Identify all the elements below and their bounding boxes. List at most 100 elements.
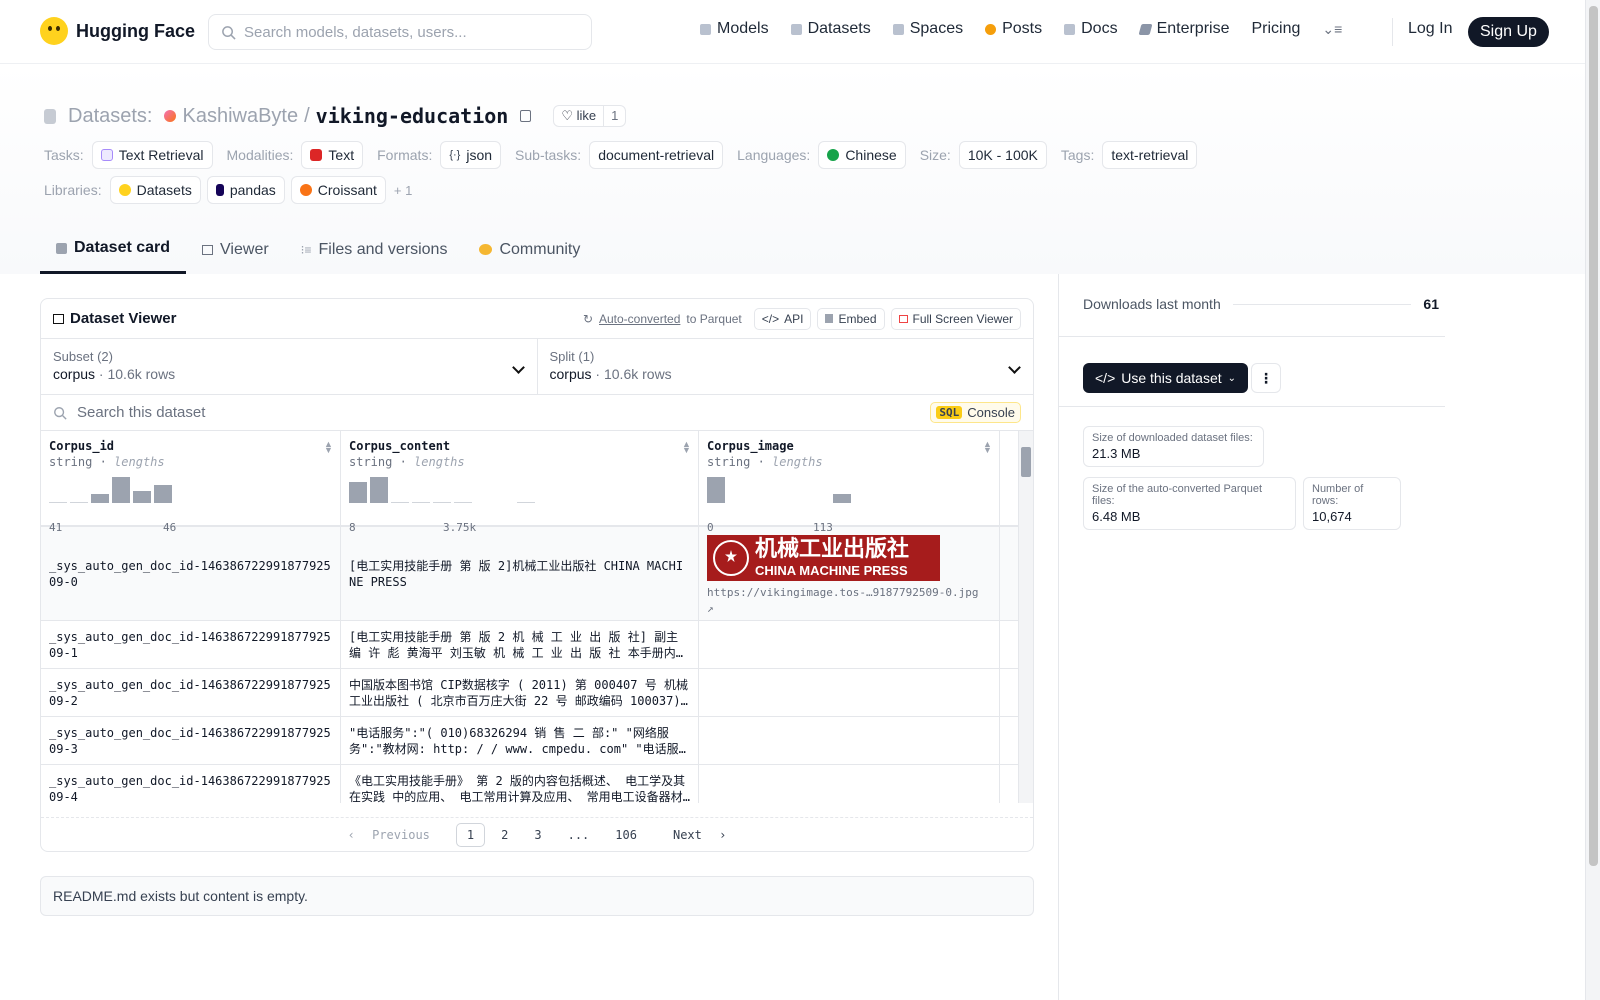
nav-enterprise[interactable]: Enterprise (1138, 20, 1229, 38)
tab-viewer[interactable]: Viewer (186, 227, 285, 274)
global-search-input[interactable]: Search models, datasets, users... (208, 14, 592, 50)
task-chip[interactable]: Text Retrieval (91, 141, 213, 169)
histogram-bar[interactable] (349, 482, 367, 503)
split-value: corpus (549, 366, 592, 382)
nav-posts[interactable]: Posts (985, 20, 1042, 38)
tab-community[interactable]: Community (463, 227, 596, 274)
subset-select[interactable]: Subset (2) corpus · 10.6k rows (41, 339, 537, 394)
library-chip-pandas[interactable]: pandas (206, 176, 285, 204)
histogram-bar[interactable] (454, 502, 472, 503)
like-button[interactable]: ♡ like 1 (553, 105, 627, 127)
more-options-button[interactable]: ⋮ (1251, 363, 1281, 393)
histogram-bar[interactable] (70, 502, 88, 503)
cell-corpus-image: 机械工业出版社 CHINA MACHINE PRESS https://vikin… (699, 527, 1000, 620)
tab-files[interactable]: ⁝≡ Files and versions (285, 227, 464, 274)
libraries-more[interactable]: + 1 (394, 183, 412, 198)
histogram-bar[interactable] (412, 502, 430, 503)
brand-logo[interactable]: Hugging Face (40, 17, 195, 45)
chip-label: Datasets (136, 182, 192, 198)
downloads-value: 61 (1423, 296, 1439, 312)
dataset-search-input[interactable]: Search this dataset SQL Console (41, 395, 1033, 431)
nav-pricing[interactable]: Pricing (1251, 20, 1300, 38)
stat-text: lengths (114, 455, 165, 469)
signup-button[interactable]: Sign Up (1468, 17, 1549, 47)
previous-label: Previous (372, 827, 430, 842)
histogram-bar[interactable] (517, 502, 535, 503)
page-1-button[interactable]: 1 (455, 822, 486, 847)
table-row[interactable]: _sys_auto_gen_doc_id-1463867229918779250… (41, 527, 1033, 621)
language-chip[interactable]: Chinese (818, 141, 906, 169)
histogram-bar[interactable] (707, 477, 725, 503)
login-link[interactable]: Log In (1408, 20, 1452, 38)
pandas-icon (215, 184, 224, 196)
table-row[interactable]: _sys_auto_gen_doc_id-1463867229918779250… (41, 669, 1033, 717)
auto-converted-link[interactable]: Auto-converted (599, 312, 680, 326)
histogram-bar[interactable] (433, 502, 451, 503)
kebab-icon: ⋮ (1259, 370, 1273, 386)
fullscreen-viewer-button[interactable]: Full Screen Viewer (890, 307, 1021, 330)
previous-page-button[interactable]: ‹ Previous (338, 824, 450, 846)
readme-notice: README.md exists but content is empty. (40, 876, 1034, 916)
histogram-bar[interactable] (475, 502, 493, 503)
scrollbar-thumb[interactable] (1021, 447, 1031, 477)
owner-link[interactable]: KashiwaByte (182, 105, 298, 128)
library-chip-croissant[interactable]: Croissant (290, 176, 386, 204)
image-url-link[interactable]: https://vikingimage.tos-…9187792509-0.jp… (707, 585, 991, 617)
histogram-bar[interactable] (496, 502, 514, 503)
histogram-bar[interactable] (154, 485, 172, 503)
copy-icon[interactable] (520, 110, 532, 122)
next-page-button[interactable]: Next › (653, 824, 736, 846)
size-chip[interactable]: 10K - 100K (958, 141, 1047, 169)
histogram-bar[interactable] (749, 502, 767, 503)
use-this-dataset-button[interactable]: </> Use this dataset ⌄ (1083, 363, 1249, 393)
sort-icon[interactable]: ▲ ▼ (983, 440, 992, 455)
sort-icon[interactable]: ▲ ▼ (682, 440, 691, 455)
histogram-bar[interactable] (91, 494, 109, 503)
modality-chip[interactable]: Text (301, 141, 364, 169)
subtask-chip[interactable]: document-retrieval (589, 141, 724, 169)
china-machine-press-logo[interactable]: 机械工业出版社 CHINA MACHINE PRESS (707, 535, 940, 581)
cell-text: [电工实用技能手册 第 版 2]机械工业出版社 CHINA MACHINE PR… (349, 558, 684, 589)
histogram-bar[interactable] (370, 477, 388, 503)
nav-spaces[interactable]: Spaces (892, 20, 963, 38)
sidebar-divider (1059, 406, 1445, 407)
tab-dataset-card[interactable]: Dataset card (40, 227, 187, 274)
nav-more-menu[interactable]: ⌄≡ (1322, 21, 1342, 38)
nav-models[interactable]: Models (700, 20, 769, 38)
histogram-bar[interactable] (833, 494, 851, 503)
nav-docs[interactable]: Docs (1064, 20, 1118, 38)
page-2-button[interactable]: 2 (491, 824, 518, 846)
table-row[interactable]: _sys_auto_gen_doc_id-1463867229918779250… (41, 765, 1033, 803)
cell-text: "电话服务":"( 010)68326294 销 售 二 部:" "网络服务":… (349, 725, 679, 756)
histogram-bar[interactable] (728, 502, 746, 503)
subset-value-row: corpus · 10.6k rows (53, 366, 525, 382)
section-label[interactable]: Datasets: (68, 105, 152, 128)
dataset-name[interactable]: viking-education (316, 104, 509, 128)
library-chip-datasets[interactable]: Datasets (109, 176, 201, 204)
histogram-bar[interactable] (391, 502, 409, 503)
table-scrollbar[interactable] (1018, 431, 1033, 803)
api-button[interactable]: </> API (753, 307, 812, 330)
column-header-corpus-content[interactable]: Corpus_content string · lengths 8 3.75k ▲… (341, 431, 699, 534)
column-header-corpus-id[interactable]: Corpus_id string · lengths 41 46 ▲ ▼ (41, 431, 341, 534)
histogram-bar[interactable] (791, 502, 809, 503)
sort-icon[interactable]: ▲ ▼ (324, 440, 333, 455)
page-106-button[interactable]: 106 (605, 824, 647, 846)
tag-chip[interactable]: text-retrieval (1102, 141, 1198, 169)
embed-button[interactable]: Embed (817, 307, 885, 330)
histogram-bar[interactable] (112, 477, 130, 503)
split-select[interactable]: Split (1) corpus · 10.6k rows (536, 339, 1034, 394)
page-scrollbar[interactable] (1585, 0, 1600, 1000)
nav-datasets[interactable]: Datasets (790, 20, 871, 38)
column-header-corpus-image[interactable]: Corpus_image string · lengths 0 113 ▲ ▼ (699, 431, 1000, 534)
page-3-button[interactable]: 3 (524, 824, 551, 846)
histogram-bar[interactable] (770, 502, 788, 503)
histogram-bar[interactable] (49, 502, 67, 503)
format-chip[interactable]: {·} json (440, 141, 502, 169)
histogram-bar[interactable] (812, 502, 830, 503)
table-row[interactable]: _sys_auto_gen_doc_id-1463867229918779250… (41, 621, 1033, 669)
table-row[interactable]: _sys_auto_gen_doc_id-1463867229918779250… (41, 717, 1033, 765)
page-scrollbar-thumb[interactable] (1589, 6, 1598, 866)
sql-console-button[interactable]: SQL Console (930, 402, 1021, 423)
histogram-bar[interactable] (133, 491, 151, 503)
